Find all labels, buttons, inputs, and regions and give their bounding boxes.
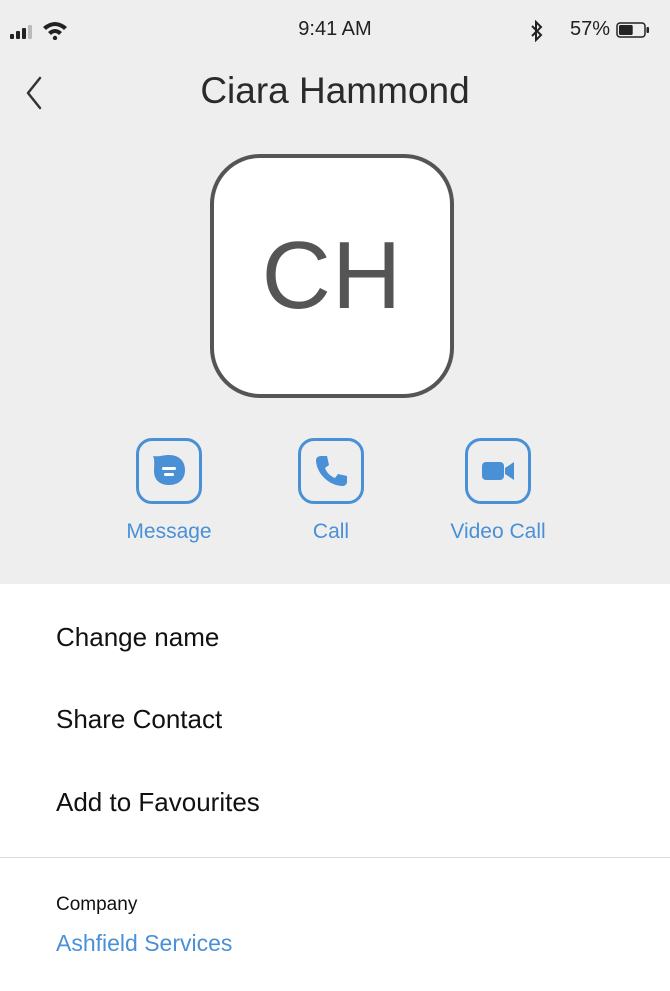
phone-icon bbox=[298, 438, 364, 504]
avatar: CH bbox=[210, 154, 454, 398]
message-label: Message bbox=[126, 520, 212, 543]
page-title: Ciara Hammond bbox=[200, 70, 470, 111]
battery-icon bbox=[616, 22, 649, 38]
company-label: Company bbox=[56, 894, 138, 915]
call-button[interactable]: Call bbox=[251, 438, 411, 544]
contact-header-panel: 9:41 AM 57% Ciara Hammond CH Message Cal… bbox=[0, 0, 670, 584]
message-icon bbox=[136, 438, 202, 504]
company-link[interactable]: Ashfield Services bbox=[56, 930, 232, 957]
status-bar: 9:41 AM 57% bbox=[0, 0, 670, 62]
change-name-item[interactable]: Change name bbox=[56, 622, 219, 653]
add-to-favourites-item[interactable]: Add to Favourites bbox=[56, 787, 260, 818]
battery-percentage: 57% bbox=[570, 18, 611, 40]
avatar-initials: CH bbox=[261, 222, 403, 329]
section-divider bbox=[0, 857, 670, 858]
call-label: Call bbox=[312, 520, 350, 543]
video-call-label: Video Call bbox=[450, 520, 546, 543]
share-contact-item[interactable]: Share Contact bbox=[56, 704, 222, 735]
video-call-button[interactable]: Video Call bbox=[418, 438, 578, 544]
contact-screen: 9:41 AM 57% Ciara Hammond CH Message Cal… bbox=[0, 0, 670, 991]
video-camera-icon bbox=[465, 438, 531, 504]
bluetooth-icon bbox=[531, 20, 543, 42]
message-button[interactable]: Message bbox=[89, 438, 249, 544]
